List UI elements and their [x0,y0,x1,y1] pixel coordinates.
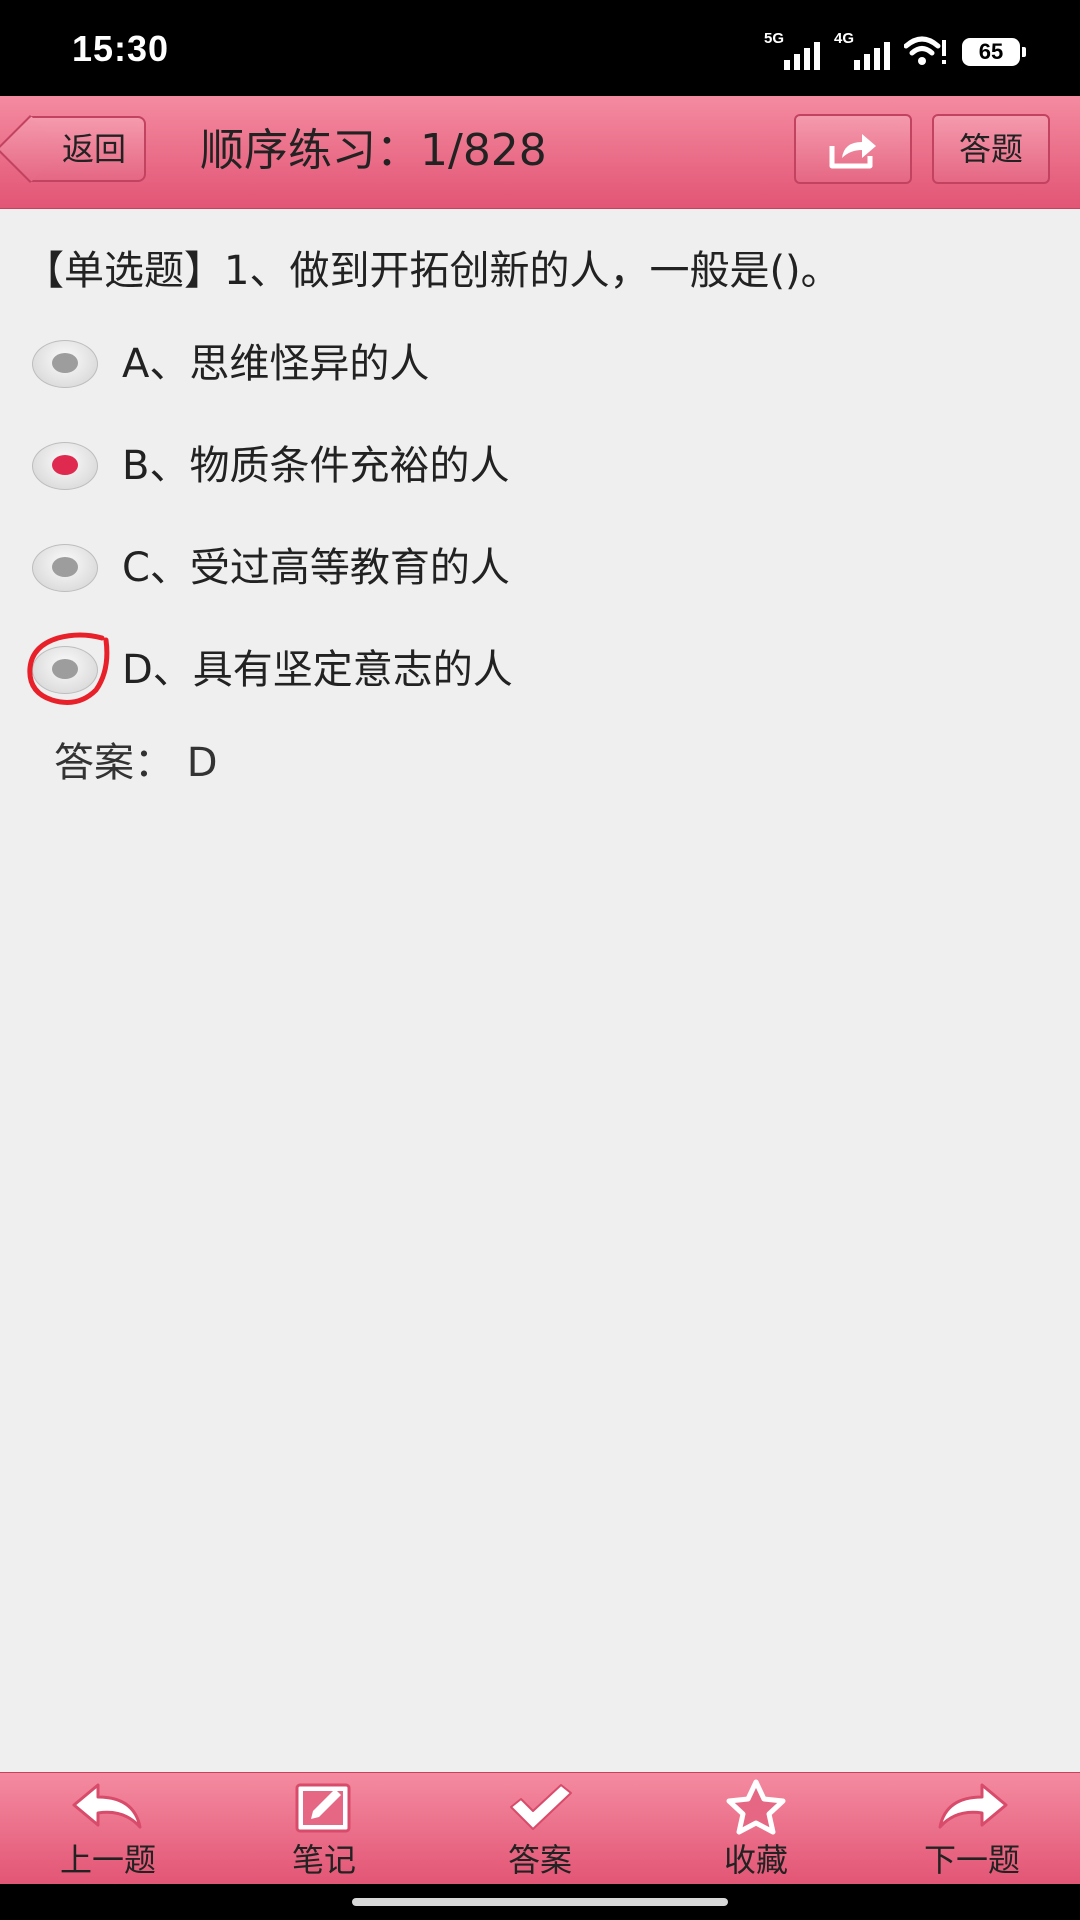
next-question-button[interactable]: 下一题 [864,1773,1080,1885]
battery-icon: 65 [962,38,1026,66]
option-d-label: D、具有坚定意志的人 [122,647,513,693]
back-button-label: 返回 [62,130,127,168]
cell-signal-4g-icon: 4G [834,30,890,70]
answer-text: 答案： D [54,740,218,786]
next-arrow-icon [938,1783,1008,1829]
favorite-label: 收藏 [723,1841,788,1879]
option-a-label: A、思维怪异的人 [122,341,430,387]
share-icon [829,134,876,169]
star-icon [726,1779,786,1835]
option-c[interactable]: C、受过高等教育的人 [32,538,932,598]
system-nav-bar [0,1884,1080,1920]
note-button[interactable]: 笔记 [216,1773,432,1885]
radio-button-a[interactable] [32,340,98,388]
checkmark-icon [510,1784,572,1830]
show-answer-button[interactable]: 答案 [432,1773,648,1885]
home-indicator[interactable] [352,1898,728,1906]
wifi-icon [903,34,948,70]
status-icons: 5G 4G 65 [764,30,1026,70]
radio-button-b-selected[interactable] [32,442,98,490]
cell-signal-5g-icon: 5G [764,30,820,70]
option-a[interactable]: A、思维怪异的人 [32,334,932,394]
share-button[interactable] [794,114,912,184]
option-d[interactable]: D、具有坚定意志的人 [32,640,932,700]
back-button[interactable]: 返回 [30,116,146,182]
previous-question-label: 上一题 [59,1841,156,1879]
answer-mode-button[interactable]: 答题 [932,114,1050,184]
next-question-label: 下一题 [923,1841,1020,1879]
status-bar: 15:30 5G 4G 65 [0,0,1080,96]
option-b[interactable]: B、物质条件充裕的人 [32,436,932,496]
network-5g-label: 5G [764,30,785,47]
status-time: 15:30 [72,28,170,69]
previous-arrow-icon [72,1783,142,1829]
page-title: 顺序练习：1/828 [200,125,547,176]
show-answer-label: 答案 [507,1841,572,1879]
note-edit-icon [295,1783,351,1833]
option-c-label: C、受过高等教育的人 [122,545,510,591]
network-4g-label: 4G [834,30,855,47]
note-label: 笔记 [291,1841,356,1879]
question-text: 【单选题】1、做到开拓创新的人，一般是()。 [24,248,841,294]
favorite-button[interactable]: 收藏 [648,1773,864,1885]
bottom-toolbar: 上一题 笔记 答案 收藏 下一题 [0,1772,1080,1885]
previous-question-button[interactable]: 上一题 [0,1773,216,1885]
app-header: 返回 顺序练习：1/828 答题 [0,96,1080,209]
correct-answer-marker [27,632,110,705]
radio-button-c[interactable] [32,544,98,592]
option-b-label: B、物质条件充裕的人 [122,443,510,489]
